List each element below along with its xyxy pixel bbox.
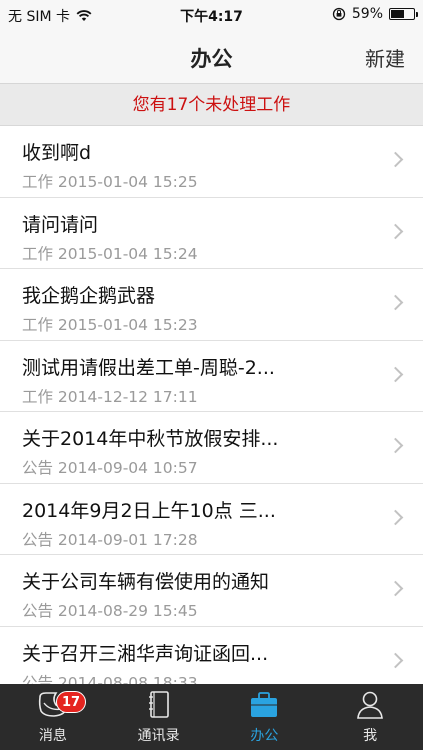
list-item[interactable]: 我企鹅企鹅武器 工作 2015-01-04 15:23 <box>0 269 423 341</box>
list-item[interactable]: 关于召开三湘华声询证函回... 公告 2014-08-08 18:33 <box>0 627 423 685</box>
list-item[interactable]: 2014年9月2日上午10点 三... 公告 2014-09-01 17:28 <box>0 484 423 555</box>
item-meta: 公告 2014-08-29 15:45 <box>22 602 198 620</box>
chevron-right-icon <box>387 151 404 168</box>
item-meta: 公告 2014-09-01 17:28 <box>22 530 198 549</box>
tab-bar: 消息 17 通讯录 办公 我 <box>0 684 423 750</box>
item-title: 我企鹅企鹅武器 <box>22 285 156 307</box>
tab-messages[interactable]: 消息 17 <box>0 684 106 750</box>
item-title: 关于召开三湘华声询证函回... <box>22 642 269 665</box>
battery-level-fill <box>391 10 404 18</box>
battery-icon <box>389 8 418 20</box>
pending-work-banner[interactable]: 您有17个未处理工作 <box>0 84 423 126</box>
chevron-right-icon <box>387 294 404 311</box>
person-icon <box>357 691 384 719</box>
tab-me[interactable]: 我 <box>317 684 423 750</box>
tab-label: 消息 <box>38 728 67 744</box>
list-item[interactable]: 关于2014年中秋节放假安排... 公告 2014-09-04 10:57 <box>0 412 423 484</box>
item-title: 关于2014年中秋节放假安排... <box>22 428 279 450</box>
status-bar: 无 SIM 卡 下午4:17 59% <box>0 0 423 30</box>
item-title: 2014年9月2日上午10点 三... <box>22 499 276 522</box>
item-title: 收到啊d <box>22 142 92 164</box>
item-meta: 公告 2014-08-08 18:33 <box>22 673 198 685</box>
tab-label: 我 <box>363 728 378 744</box>
orientation-lock-icon <box>332 7 346 21</box>
chevron-right-icon <box>387 652 404 668</box>
battery-percent: 59% <box>351 6 383 22</box>
chevron-right-icon <box>387 223 404 239</box>
item-meta: 公告 2014-09-04 10:57 <box>22 459 198 477</box>
item-meta: 工作 2015-01-04 15:25 <box>22 173 198 191</box>
chevron-right-icon <box>387 437 404 454</box>
item-title: 测试用请假出差工单-周聪-2... <box>22 356 275 379</box>
item-meta: 工作 2015-01-04 15:23 <box>22 316 198 334</box>
list-item[interactable]: 关于公司车辆有偿使用的通知 公告 2014-08-29 15:45 <box>0 555 423 627</box>
new-button[interactable]: 新建 <box>365 43 405 72</box>
item-title: 请问请问 <box>22 213 99 236</box>
tab-label: 通讯录 <box>137 728 180 744</box>
work-list: 收到啊d 工作 2015-01-04 15:25 请问请问 工作 2015-01… <box>0 126 423 684</box>
chevron-right-icon <box>387 580 404 597</box>
item-title: 关于公司车辆有偿使用的通知 <box>22 571 270 593</box>
tab-office[interactable]: 办公 <box>212 684 318 750</box>
navigation-bar: 办公 新建 <box>0 30 423 84</box>
briefcase-icon <box>251 692 278 717</box>
list-item[interactable]: 请问请问 工作 2015-01-04 15:24 <box>0 198 423 269</box>
tab-contacts[interactable]: 通讯录 <box>106 684 212 750</box>
contacts-book-icon <box>148 691 169 718</box>
tab-label: 办公 <box>250 728 279 744</box>
chevron-right-icon <box>387 509 404 525</box>
unread-badge: 17 <box>56 691 86 713</box>
item-meta: 工作 2014-12-12 17:11 <box>22 387 198 406</box>
list-item[interactable]: 收到啊d 工作 2015-01-04 15:25 <box>0 126 423 198</box>
page-title: 办公 <box>190 47 233 71</box>
chevron-right-icon <box>387 366 404 382</box>
list-item[interactable]: 测试用请假出差工单-周聪-2... 工作 2014-12-12 17:11 <box>0 341 423 412</box>
item-meta: 工作 2015-01-04 15:24 <box>22 244 198 263</box>
status-right: 59% <box>332 6 418 22</box>
